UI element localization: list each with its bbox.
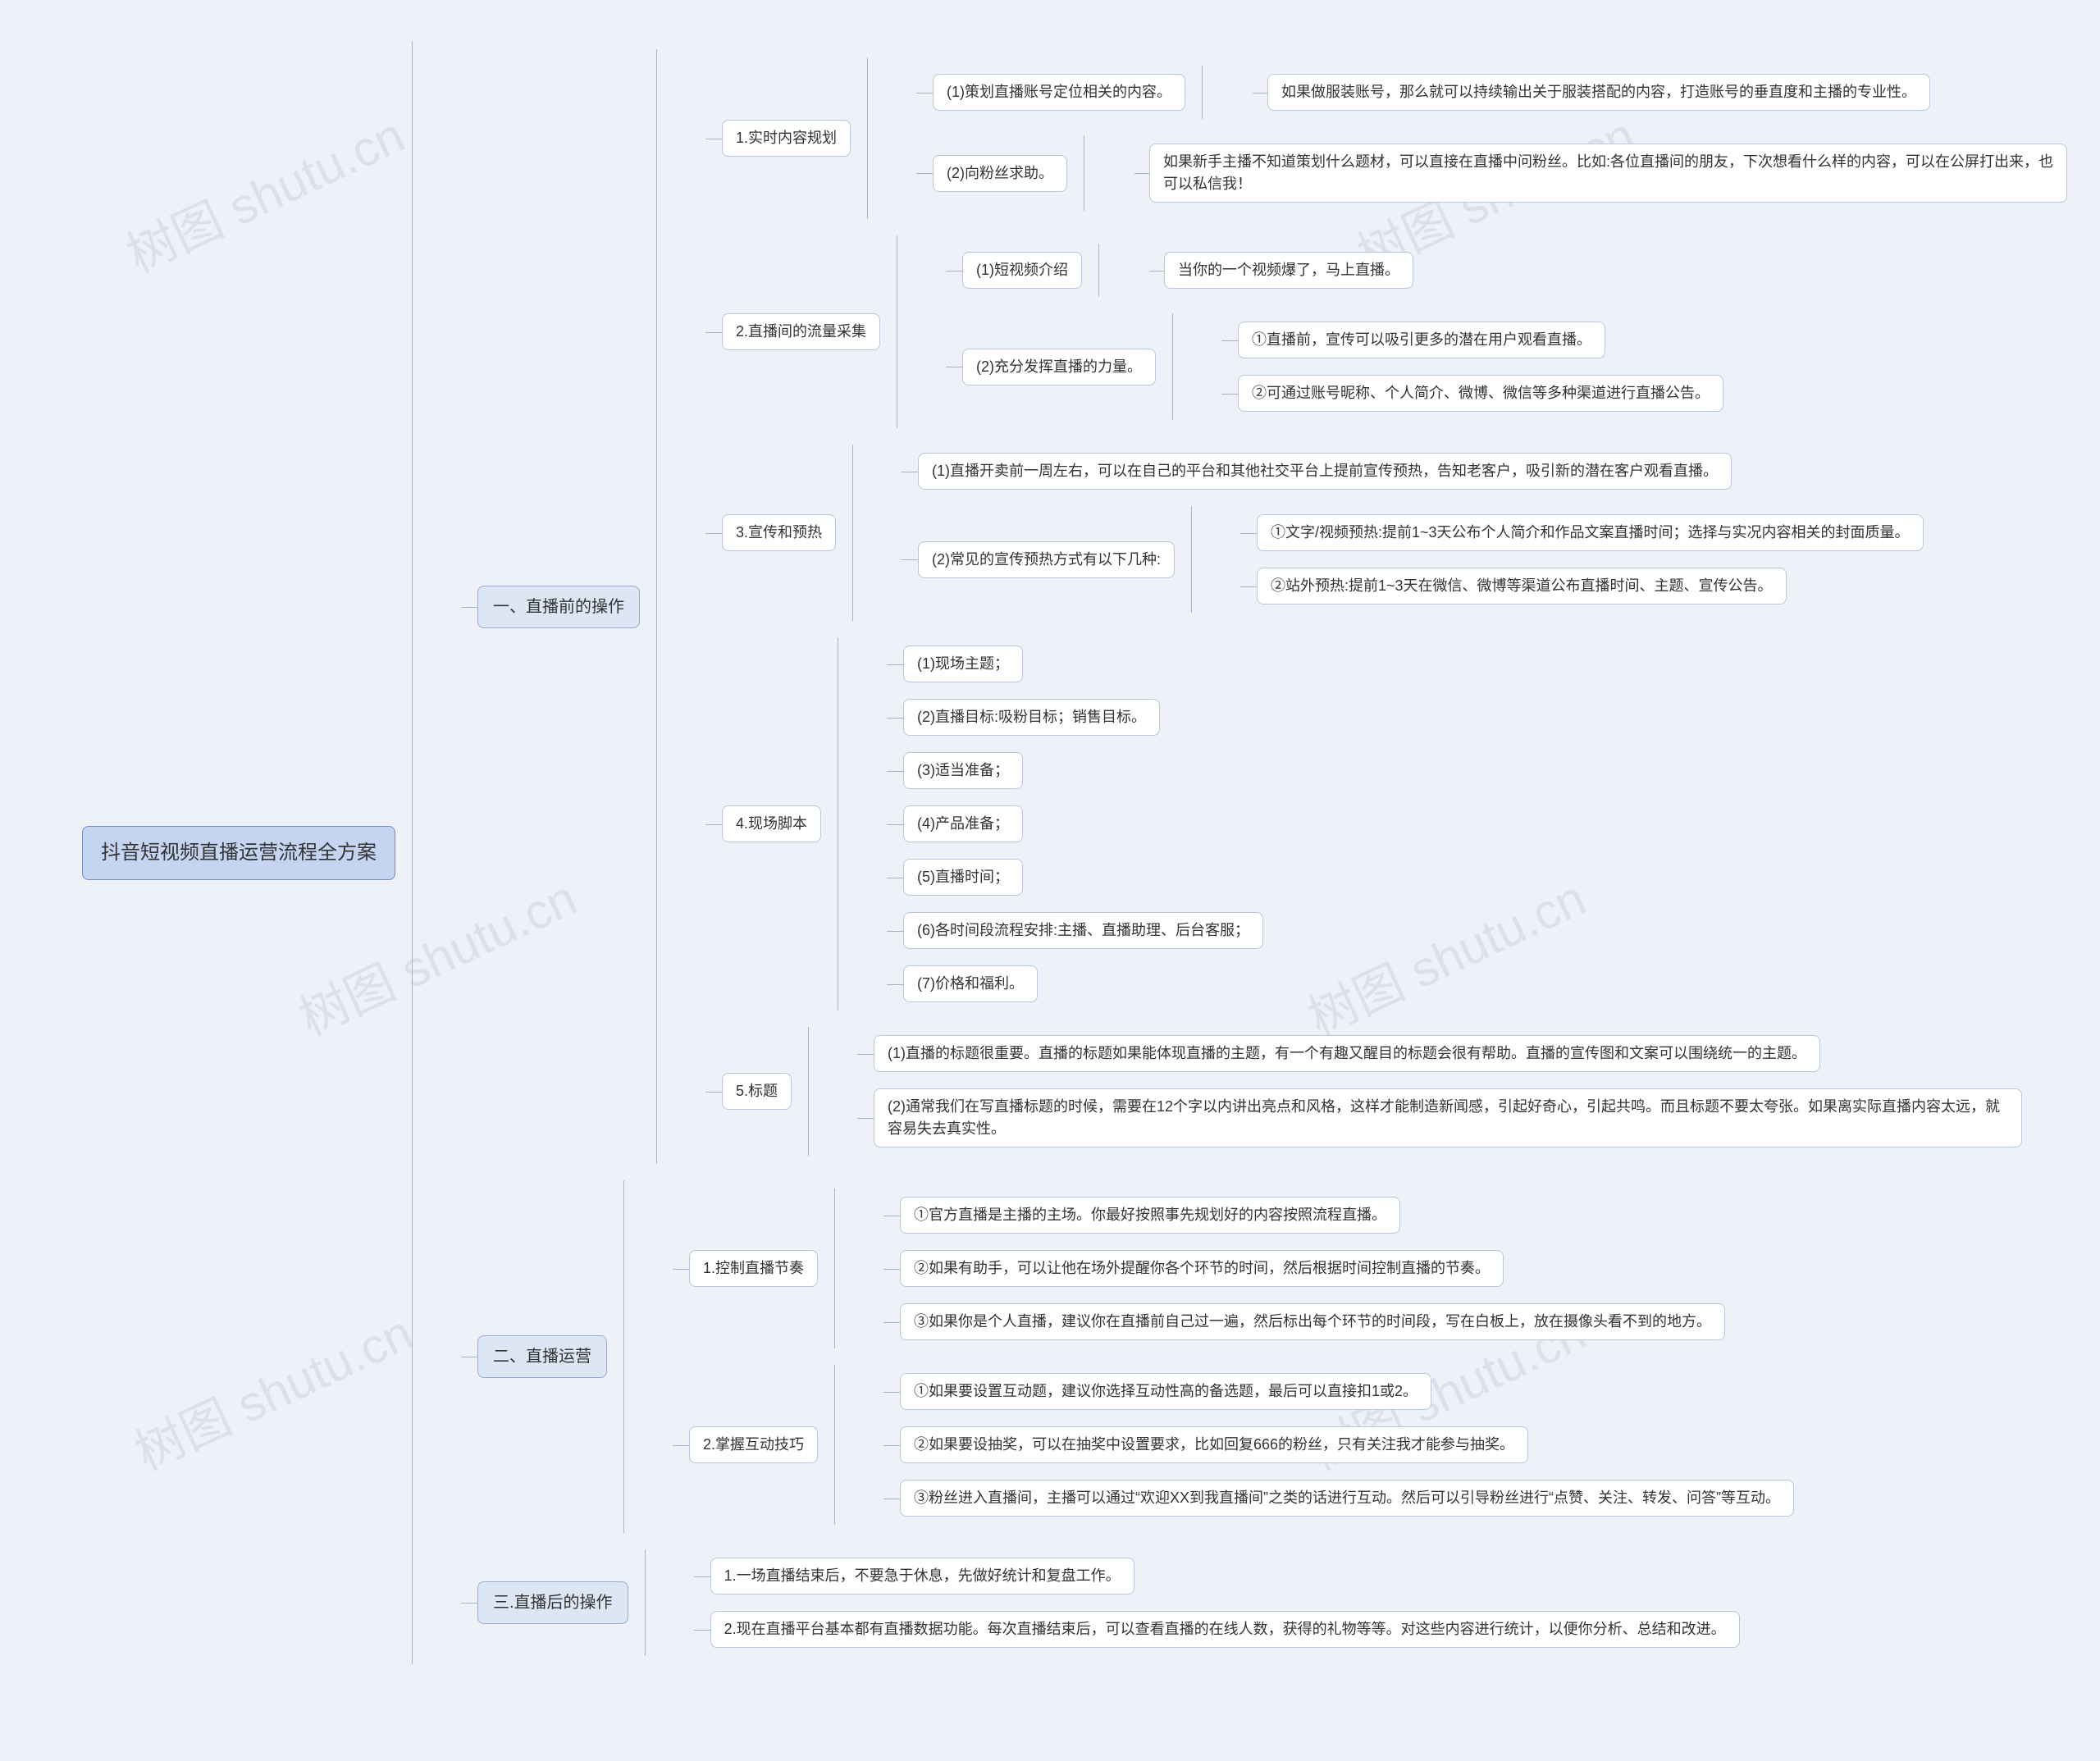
item-1-4-title: 4.现场脚本 <box>722 805 821 842</box>
item-1-3-2-sub2: ②站外预热:提前1~3天在微信、微博等渠道公布直播时间、主题、宣传公告。 <box>1257 568 1787 604</box>
item-1-4: 4.现场脚本 (1)现场主题； (2)直播目标:吸粉目标；销售目标。 (3)适当… <box>689 629 2067 1019</box>
item-1-2-2-sub1: ①直播前，宣传可以吸引更多的潜在用户观看直播。 <box>1238 322 1605 358</box>
item-1-2-2-sub2-li: ②可通过账号昵称、个人简介、微博、微信等多种渠道进行直播公告。 <box>1205 367 2067 420</box>
item-2-1: 1.控制直播节奏 ①官方直播是主播的主场。你最好按照事先规划好的内容按照流程直播… <box>656 1180 2067 1357</box>
item-1-4-7-li: (7)价格和福利。 <box>870 957 2067 1011</box>
item-1-4-5-li: (5)直播时间； <box>870 851 2067 904</box>
item-2-1-3-li: ③如果你是个人直播，建议你在直播前自己过一遍，然后标出每个环节的时间段，写在白板… <box>867 1295 2067 1348</box>
item-1-4-2: (2)直播目标:吸粉目标；销售目标。 <box>903 699 1160 736</box>
section-2: 二、直播运营 1.控制直播节奏 ①官方直播是主播的主场。你最好按照事先规划好的内… <box>445 1172 2067 1541</box>
item-1-5-2-li: (2)通常我们在写直播标题的时候，需要在12个字以内讲出亮点和风格，这样才能制造… <box>841 1080 2067 1156</box>
section-3-title: 三.直播后的操作 <box>477 1581 628 1624</box>
item-2-1-3: ③如果你是个人直播，建议你在直播前自己过一遍，然后标出每个环节的时间段，写在白板… <box>900 1303 1725 1340</box>
item-1-4-4: (4)产品准备； <box>903 805 1023 842</box>
item-2-2-title: 2.掌握互动技巧 <box>689 1426 818 1463</box>
item-1-2-1-title: (1)短视频介绍 <box>962 252 1082 289</box>
item-1-2-2-sub2: ②可通过账号昵称、个人简介、微博、微信等多种渠道进行直播公告。 <box>1238 375 1723 412</box>
item-1-3-2: (2)常见的宣传预热方式有以下几种: ①文字/视频预热:提前1~3天公布个人简介… <box>885 498 2067 621</box>
root-li: 抖音短视频直播运营流程全方案 一、直播前的操作 1.实时内容规划 (1)策划直播… <box>49 33 2067 1672</box>
item-2-2-1-li: ①如果要设置互动题，建议你选择互动性高的备选题，最后可以直接扣1或2。 <box>867 1365 2067 1418</box>
item-1-1-1-detail-li: 如果做服装账号，那么就可以持续输出关于服装搭配的内容，打造账号的垂直度和主播的专… <box>1235 66 2067 119</box>
item-1-1: 1.实时内容规划 (1)策划直播账号定位相关的内容。 如果做服装账号，那么就可以… <box>689 49 2067 227</box>
item-1-5-1: (1)直播的标题很重要。直播的标题如果能体现直播的主题，有一个有趣又醒目的标题会… <box>874 1035 1820 1072</box>
item-1-4-2-li: (2)直播目标:吸粉目标；销售目标。 <box>870 691 2067 744</box>
item-1-2-1-detail: 当你的一个视频爆了，马上直播。 <box>1164 252 1413 289</box>
item-1-2-1-detail-li: 当你的一个视频爆了，马上直播。 <box>1131 244 2067 297</box>
item-1-4-5: (5)直播时间； <box>903 859 1023 896</box>
item-1-4-4-li: (4)产品准备； <box>870 797 2067 851</box>
item-2-1-1: ①官方直播是主播的主场。你最好按照事先规划好的内容按照流程直播。 <box>900 1197 1400 1234</box>
item-2-2-3: ③粉丝进入直播间，主播可以通过“欢迎XX到我直播间”之类的话进行互动。然后可以引… <box>900 1480 1794 1517</box>
item-1-3-2-sub1: ①文字/视频预热:提前1~3天公布个人简介和作品文案直播时间；选择与实况内容相关… <box>1257 514 1924 551</box>
section-3: 三.直播后的操作 1.一场直播结束后，不要急于休息，先做好统计和复盘工作。 2.… <box>445 1541 2067 1664</box>
item-1-2-2-sub1-li: ①直播前，宣传可以吸引更多的潜在用户观看直播。 <box>1205 313 2067 367</box>
item-1-1-2-detail: 如果新手主播不知道策划什么题材，可以直接在直播中问粉丝。比如:各位直播间的朋友，… <box>1149 144 2067 203</box>
item-1-3-2-title: (2)常见的宣传预热方式有以下几种: <box>918 541 1175 578</box>
item-1-2: 2.直播间的流量采集 (1)短视频介绍 当你的一个视频爆了，马上直播。 (2)充… <box>689 227 2067 436</box>
item-2-1-2: ②如果有助手，可以让他在场外提醒你各个环节的时间，然后根据时间控制直播的节奏。 <box>900 1250 1504 1287</box>
item-1-3-title: 3.宣传和预热 <box>722 514 836 551</box>
item-1-3-1: (1)直播开卖前一周左右，可以在自己的平台和其他社交平台上提前宣传预热，告知老客… <box>918 453 1732 490</box>
item-1-4-3: (3)适当准备； <box>903 752 1023 789</box>
item-1-1-1-detail: 如果做服装账号，那么就可以持续输出关于服装搭配的内容，打造账号的垂直度和主播的专… <box>1267 74 1930 111</box>
item-1-4-7: (7)价格和福利。 <box>903 965 1038 1002</box>
item-1-3-1-li: (1)直播开卖前一周左右，可以在自己的平台和其他社交平台上提前宣传预热，告知老客… <box>885 445 2067 498</box>
mindmap: 抖音短视频直播运营流程全方案 一、直播前的操作 1.实时内容规划 (1)策划直播… <box>0 0 2100 1705</box>
item-1-4-3-li: (3)适当准备； <box>870 744 2067 797</box>
item-1-2-title: 2.直播间的流量采集 <box>722 313 880 350</box>
item-1-5-title: 5.标题 <box>722 1073 792 1110</box>
item-2-2-2-li: ②如果要设抽奖，可以在抽奖中设置要求，比如回复666的粉丝，只有关注我才能参与抽… <box>867 1418 2067 1471</box>
item-1-4-1: (1)现场主题； <box>903 646 1023 682</box>
item-1-1-1-title: (1)策划直播账号定位相关的内容。 <box>933 74 1185 111</box>
item-1-2-2: (2)充分发挥直播的力量。 ①直播前，宣传可以吸引更多的潜在用户观看直播。 ②可… <box>929 305 2067 428</box>
item-2-2-2: ②如果要设抽奖，可以在抽奖中设置要求，比如回复666的粉丝，只有关注我才能参与抽… <box>900 1426 1528 1463</box>
item-2-2-3-li: ③粉丝进入直播间，主播可以通过“欢迎XX到我直播间”之类的话进行互动。然后可以引… <box>867 1471 2067 1525</box>
item-2-1-1-li: ①官方直播是主播的主场。你最好按照事先规划好的内容按照流程直播。 <box>867 1188 2067 1242</box>
item-1-3-2-sub1-li: ①文字/视频预热:提前1~3天公布个人简介和作品文案直播时间；选择与实况内容相关… <box>1224 506 2067 559</box>
item-1-1-title: 1.实时内容规划 <box>722 120 851 157</box>
item-1-1-1: (1)策划直播账号定位相关的内容。 如果做服装账号，那么就可以持续输出关于服装搭… <box>900 57 2067 127</box>
item-1-1-2-title: (2)向粉丝求助。 <box>933 155 1067 192</box>
item-3-1: 1.一场直播结束后，不要急于休息，先做好统计和复盘工作。 <box>710 1558 1134 1594</box>
item-2-1-title: 1.控制直播节奏 <box>689 1250 818 1287</box>
item-1-2-1: (1)短视频介绍 当你的一个视频爆了，马上直播。 <box>929 235 2067 305</box>
item-1-3: 3.宣传和预热 (1)直播开卖前一周左右，可以在自己的平台和其他社交平台上提前宣… <box>689 436 2067 629</box>
section-1-title: 一、直播前的操作 <box>477 586 640 628</box>
item-1-5-1-li: (1)直播的标题很重要。直播的标题如果能体现直播的主题，有一个有趣又醒目的标题会… <box>841 1027 2067 1080</box>
item-1-1-2-detail-li: 如果新手主播不知道策划什么题材，可以直接在直播中问粉丝。比如:各位直播间的朋友，… <box>1116 135 2067 211</box>
section-1: 一、直播前的操作 1.实时内容规划 (1)策划直播账号定位相关的内容。 如果做服… <box>445 41 2067 1172</box>
item-3-2-li: 2.现在直播平台基本都有直播数据功能。每次直播结束后，可以查看直播的在线人数，获… <box>678 1603 2067 1656</box>
item-1-2-2-title: (2)充分发挥直播的力量。 <box>962 349 1156 386</box>
item-2-2: 2.掌握互动技巧 ①如果要设置互动题，建议你选择互动性高的备选题，最后可以直接扣… <box>656 1357 2067 1533</box>
item-3-1-li: 1.一场直播结束后，不要急于休息，先做好统计和复盘工作。 <box>678 1549 2067 1603</box>
item-3-2: 2.现在直播平台基本都有直播数据功能。每次直播结束后，可以查看直播的在线人数，获… <box>710 1611 1740 1648</box>
item-2-1-2-li: ②如果有助手，可以让他在场外提醒你各个环节的时间，然后根据时间控制直播的节奏。 <box>867 1242 2067 1295</box>
section-2-title: 二、直播运营 <box>477 1335 607 1378</box>
item-1-4-6-li: (6)各时间段流程安排:主播、直播助理、后台客服； <box>870 904 2067 957</box>
item-1-1-2: (2)向粉丝求助。 如果新手主播不知道策划什么题材，可以直接在直播中问粉丝。比如… <box>900 127 2067 219</box>
root-node: 抖音短视频直播运营流程全方案 <box>82 826 395 880</box>
item-2-2-1: ①如果要设置互动题，建议你选择互动性高的备选题，最后可以直接扣1或2。 <box>900 1373 1431 1410</box>
item-1-4-6: (6)各时间段流程安排:主播、直播助理、后台客服； <box>903 912 1263 949</box>
item-1-5-2: (2)通常我们在写直播标题的时候，需要在12个字以内讲出亮点和风格，这样才能制造… <box>874 1088 2022 1147</box>
item-1-5: 5.标题 (1)直播的标题很重要。直播的标题如果能体现直播的主题，有一个有趣又醒… <box>689 1019 2067 1164</box>
item-1-3-2-sub2-li: ②站外预热:提前1~3天在微信、微博等渠道公布直播时间、主题、宣传公告。 <box>1224 559 2067 613</box>
item-1-4-1-li: (1)现场主题； <box>870 637 2067 691</box>
